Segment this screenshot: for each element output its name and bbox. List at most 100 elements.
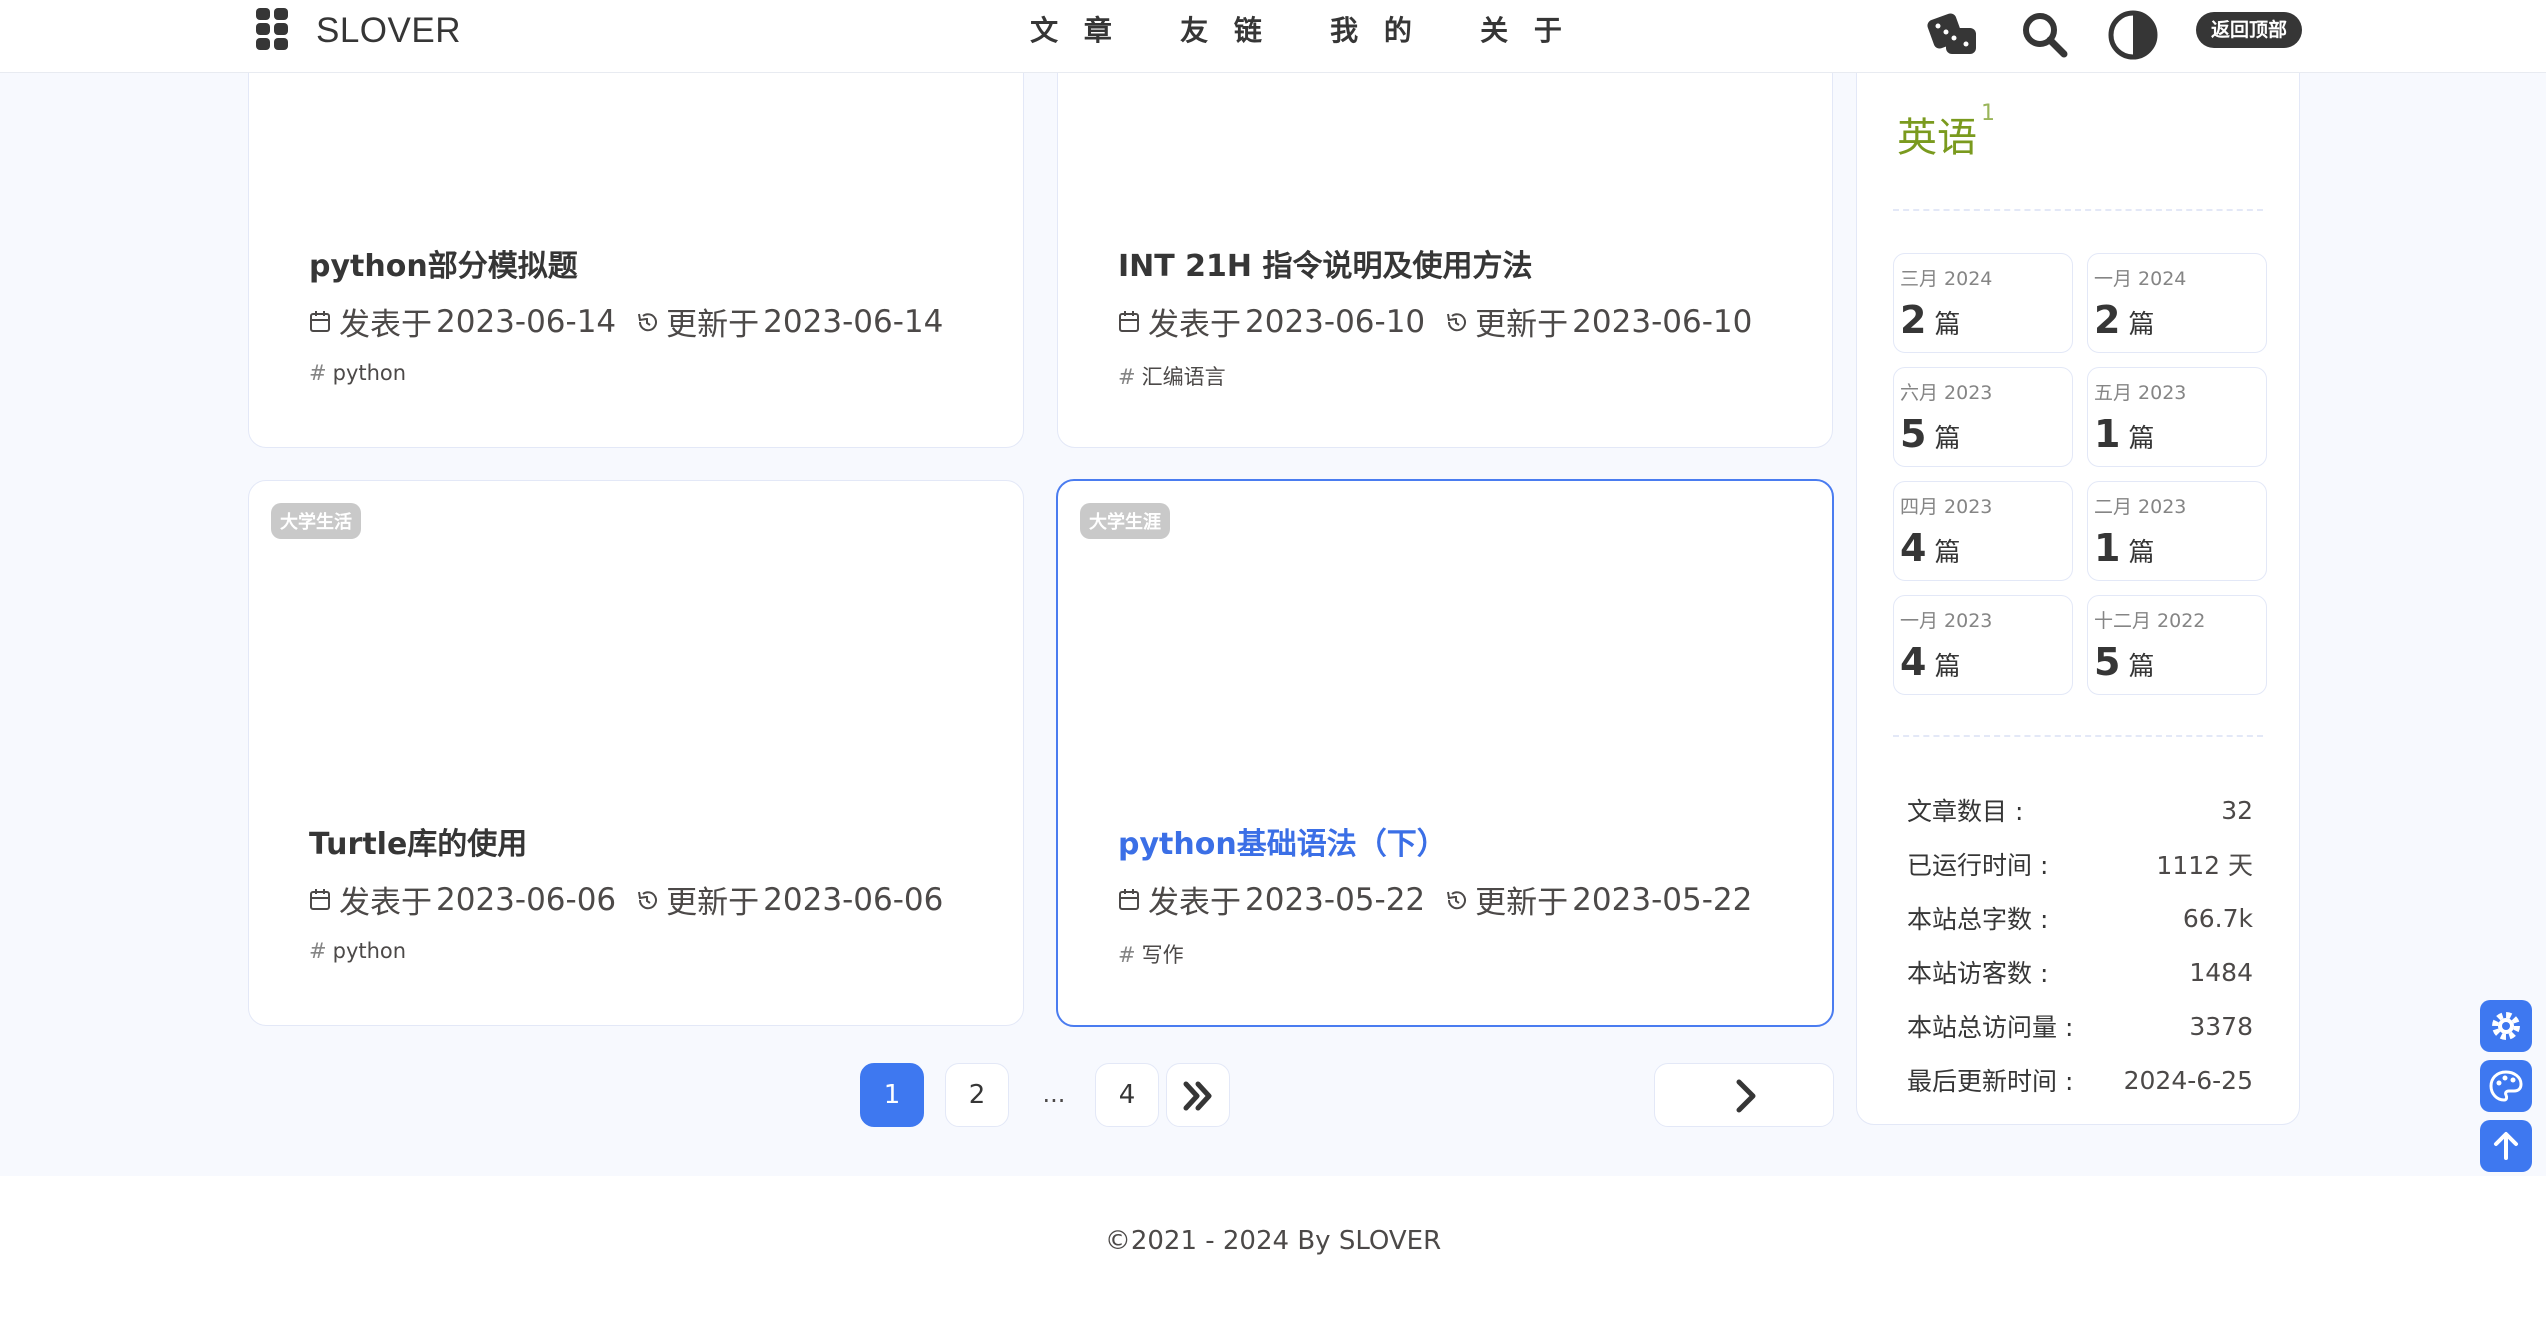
back-to-top-button[interactable]: 返回顶部 <box>2196 12 2302 48</box>
post-card[interactable]: 大学生涯 python基础语法（下） 发表于 2023-05-22 更新于 20… <box>1056 479 1834 1027</box>
archive-month: 一月 2023 <box>1900 610 1993 632</box>
stat-row-wordcount: 本站总字数 :66.7k <box>1907 903 2253 935</box>
nav-item-articles[interactable]: 文 章 <box>1000 12 1150 50</box>
updated-label: 更新于 <box>1475 307 1569 343</box>
dark-mode-icon[interactable] <box>2106 8 2160 62</box>
divider <box>1893 735 2263 737</box>
hash-icon: # <box>1118 365 1136 389</box>
post-title[interactable]: Turtle库的使用 <box>309 819 527 863</box>
calendar-icon <box>310 310 330 332</box>
published-label: 发表于 <box>1148 307 1241 343</box>
archive-count: 1篇 <box>2094 412 2155 456</box>
double-chevron-right-icon <box>1183 1081 1212 1111</box>
next-page-large-button[interactable] <box>1654 1063 1834 1127</box>
post-tag[interactable]: # python <box>309 361 406 385</box>
updated-date: 2023-06-14 <box>763 303 944 340</box>
updated-date: 2023-05-22 <box>1572 881 1753 918</box>
published-label: 发表于 <box>339 885 432 921</box>
post-tag[interactable]: # 汇编语言 <box>1118 361 1226 391</box>
updated-label: 更新于 <box>666 307 760 343</box>
category-badge[interactable]: 大学生活 <box>271 503 361 539</box>
chevron-right-icon <box>1736 1079 1756 1113</box>
archive-month: 五月 2023 <box>2094 382 2187 404</box>
gear-icon <box>2492 1012 2520 1040</box>
published-date: 2023-06-14 <box>436 303 617 340</box>
archive-count: 5篇 <box>1900 412 1961 456</box>
hash-icon: # <box>309 361 327 385</box>
post-title[interactable]: python基础语法（下） <box>1118 819 1447 863</box>
post-tag-label: 汇编语言 <box>1141 365 1226 389</box>
history-icon <box>1447 890 1467 909</box>
hash-icon: # <box>309 939 327 963</box>
archive-count: 5篇 <box>2094 640 2155 684</box>
palette-icon <box>2489 1070 2523 1102</box>
stat-row-visitors: 本站访客数 :1484 <box>1907 957 2253 989</box>
calendar-icon <box>1119 310 1139 332</box>
archive-month: 一月 2024 <box>2094 268 2187 290</box>
page-button-1[interactable]: 1 <box>860 1063 924 1127</box>
archive-count: 2篇 <box>2094 298 2155 342</box>
tag-cloud-item-english[interactable]: 英语1 <box>1897 101 1995 163</box>
footer-copyright: ©2021 - 2024 By SLOVER <box>1104 1226 1442 1256</box>
nav-item-mine[interactable]: 我 的 <box>1300 12 1450 50</box>
scroll-top-button[interactable] <box>2480 1120 2532 1172</box>
archive-month: 四月 2023 <box>1900 496 1993 518</box>
published-date: 2023-06-06 <box>436 881 617 918</box>
divider <box>1893 209 2263 211</box>
post-title[interactable]: INT 21H 指令说明及使用方法 <box>1118 241 1532 285</box>
calendar-icon <box>1119 888 1139 910</box>
theme-palette-button[interactable] <box>2480 1060 2532 1112</box>
post-meta: 发表于 2023-06-06 更新于 2023-06-06 <box>309 877 943 922</box>
nav-item-links[interactable]: 友 链 <box>1150 12 1300 50</box>
post-title[interactable]: python部分模拟题 <box>309 241 578 285</box>
arrow-up-icon <box>2494 1132 2518 1160</box>
page-ellipsis: ... <box>1042 1080 1066 1108</box>
post-tag-label: python <box>332 361 407 385</box>
grid-menu-icon[interactable] <box>256 8 288 50</box>
post-card[interactable]: python部分模拟题 发表于 2023-06-14 更新于 2023-06-1… <box>248 48 1024 448</box>
history-icon <box>638 890 658 909</box>
archive-item[interactable]: 二月 2023 1篇 <box>2087 481 2267 581</box>
post-card[interactable]: INT 21H 指令说明及使用方法 发表于 2023-06-10 更新于 202… <box>1057 48 1833 448</box>
next-page-button[interactable] <box>1166 1063 1230 1127</box>
post-meta: 发表于 2023-06-14 更新于 2023-06-14 <box>309 299 943 344</box>
stat-row-last-update: 最后更新时间 :2024-6-25 <box>1907 1065 2253 1097</box>
page-button-4[interactable]: 4 <box>1095 1063 1159 1127</box>
stat-row-runtime: 已运行时间 :1112 天 <box>1907 851 2253 880</box>
post-card[interactable]: 大学生活 Turtle库的使用 发表于 2023-06-06 更新于 2023-… <box>248 480 1024 1026</box>
tag-label: 英语 <box>1897 115 1977 161</box>
dice-icon[interactable] <box>1926 8 1980 62</box>
updated-label: 更新于 <box>666 885 760 921</box>
published-date: 2023-05-22 <box>1245 881 1426 918</box>
stat-row-posts: 文章数目 :32 <box>1907 795 2253 827</box>
archive-count: 1篇 <box>2094 526 2155 570</box>
post-meta: 发表于 2023-06-10 更新于 2023-06-10 <box>1118 299 1752 344</box>
archive-count: 2篇 <box>1900 298 1961 342</box>
archive-item[interactable]: 五月 2023 1篇 <box>2087 367 2267 467</box>
search-icon[interactable] <box>2018 8 2072 62</box>
category-badge[interactable]: 大学生涯 <box>1080 503 1170 539</box>
hash-icon: # <box>1118 943 1136 967</box>
archive-item[interactable]: 六月 2023 5篇 <box>1893 367 2073 467</box>
calendar-icon <box>310 888 330 910</box>
post-tag-label: 写作 <box>1141 943 1184 967</box>
page-button-2[interactable]: 2 <box>945 1063 1009 1127</box>
settings-button[interactable] <box>2480 1000 2532 1052</box>
nav-item-about[interactable]: 关 于 <box>1450 12 1600 50</box>
archive-item[interactable]: 三月 2024 2篇 <box>1893 253 2073 353</box>
archive-item[interactable]: 一月 2023 4篇 <box>1893 595 2073 695</box>
site-title[interactable]: SLOVER <box>316 8 461 54</box>
archive-item[interactable]: 一月 2024 2篇 <box>2087 253 2267 353</box>
archive-count: 4篇 <box>1900 526 1961 570</box>
archive-item[interactable]: 十二月 2022 5篇 <box>2087 595 2267 695</box>
stat-row-pageviews: 本站总访问量 :3378 <box>1907 1011 2253 1043</box>
archive-item[interactable]: 四月 2023 4篇 <box>1893 481 2073 581</box>
archive-count: 4篇 <box>1900 640 1961 684</box>
post-tag[interactable]: # python <box>309 939 406 963</box>
archive-month: 六月 2023 <box>1900 382 1993 404</box>
post-tag[interactable]: # 写作 <box>1118 939 1184 969</box>
post-tag-label: python <box>332 939 407 963</box>
published-date: 2023-06-10 <box>1245 303 1426 340</box>
site-stats: 文章数目 :32 已运行时间 :1112 天 本站总字数 :66.7k 本站访客… <box>1907 783 2253 1107</box>
site-header: SLOVER 文 章 友 链 我 的 关 于 返回顶部 <box>0 0 2546 73</box>
